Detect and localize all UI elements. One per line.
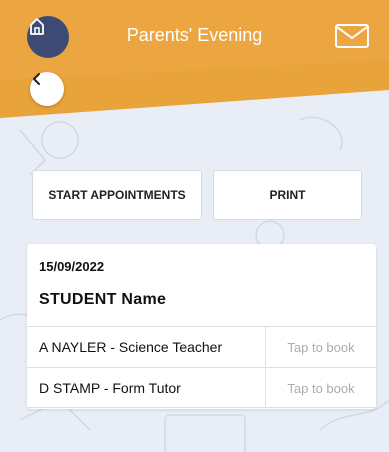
evening-date: 15/09/2022 bbox=[39, 259, 105, 274]
back-button[interactable] bbox=[30, 72, 64, 106]
start-appointments-button[interactable]: START APPOINTMENTS bbox=[32, 170, 202, 220]
teacher-row: A NAYLER - Science Teacher Tap to book bbox=[27, 326, 376, 367]
student-name: STUDENT Name bbox=[39, 291, 167, 308]
tap-to-book-button[interactable]: Tap to book bbox=[265, 368, 376, 408]
mail-icon bbox=[335, 24, 369, 48]
teacher-name: D STAMP - Form Tutor bbox=[39, 380, 181, 396]
teacher-row: D STAMP - Form Tutor Tap to book bbox=[27, 367, 376, 408]
mail-button[interactable] bbox=[334, 22, 370, 50]
print-button[interactable]: PRINT bbox=[213, 170, 362, 220]
appointment-card: 15/09/2022 STUDENT Name A NAYLER - Scien… bbox=[27, 244, 376, 409]
header-bar: Parents' Evening bbox=[0, 0, 389, 120]
tap-to-book-button[interactable]: Tap to book bbox=[265, 327, 376, 367]
chevron-left-icon bbox=[33, 73, 40, 85]
teacher-name: A NAYLER - Science Teacher bbox=[39, 339, 223, 355]
page-title: Parents' Evening bbox=[126, 25, 263, 45]
